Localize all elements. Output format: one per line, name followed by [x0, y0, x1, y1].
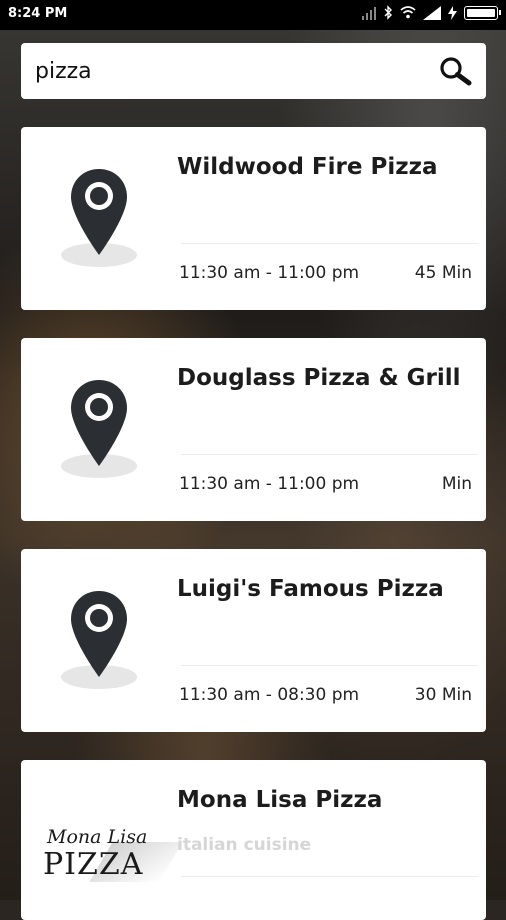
status-time: 8:24 PM: [8, 6, 68, 21]
location-pin-icon: [61, 380, 137, 478]
card-divider: [181, 243, 478, 244]
search-bar: [21, 43, 486, 99]
delivery-time: 30 Min: [414, 685, 472, 705]
result-card-mona-lisa-pizza[interactable]: Mona Lisa PIZZA Mona Lisa Pizza italian …: [21, 760, 486, 920]
cuisine-label: italian cuisine: [177, 835, 312, 855]
card-divider: [181, 665, 478, 666]
restaurant-name: Mona Lisa Pizza: [177, 787, 383, 813]
restaurant-name: Wildwood Fire Pizza: [177, 154, 438, 180]
cell-signal-icon: [423, 5, 441, 20]
logo-script-text: Mona Lisa: [47, 826, 148, 848]
restaurant-name: Douglass Pizza & Grill: [177, 365, 461, 391]
result-card-luigis-famous-pizza[interactable]: Luigi's Famous Pizza 11:30 am - 08:30 pm…: [21, 549, 486, 732]
restaurant-logo: Mona Lisa PIZZA: [41, 822, 183, 882]
card-divider: [181, 876, 478, 877]
result-card-douglass-pizza-grill[interactable]: Douglass Pizza & Grill 11:30 am - 11:00 …: [21, 338, 486, 521]
charging-bolt-icon: [448, 5, 457, 20]
bluetooth-icon: [384, 5, 392, 20]
location-pin-icon: [61, 169, 137, 267]
delivery-time: Min: [441, 474, 472, 494]
search-input[interactable]: [35, 55, 425, 87]
battery-level: [467, 8, 495, 17]
wifi-icon: [400, 6, 416, 19]
opening-hours: 11:30 am - 11:00 pm: [179, 263, 360, 283]
restaurant-name: Luigi's Famous Pizza: [177, 576, 444, 602]
opening-hours: 11:30 am - 08:30 pm: [179, 685, 360, 705]
logo-word-text: PIZZA: [43, 847, 144, 882]
location-pin-icon: [61, 591, 137, 689]
card-divider: [181, 454, 478, 455]
signal-bars-icon: [362, 6, 376, 20]
opening-hours: 11:30 am - 11:00 pm: [179, 474, 360, 494]
battery-icon: [464, 5, 501, 20]
search-icon[interactable]: [436, 55, 476, 87]
result-card-wildwood-fire-pizza[interactable]: Wildwood Fire Pizza 11:30 am - 11:00 pm …: [21, 127, 486, 310]
delivery-time: 45 Min: [414, 263, 472, 283]
status-icons: [362, 5, 501, 20]
status-bar: 8:24 PM: [0, 0, 506, 30]
